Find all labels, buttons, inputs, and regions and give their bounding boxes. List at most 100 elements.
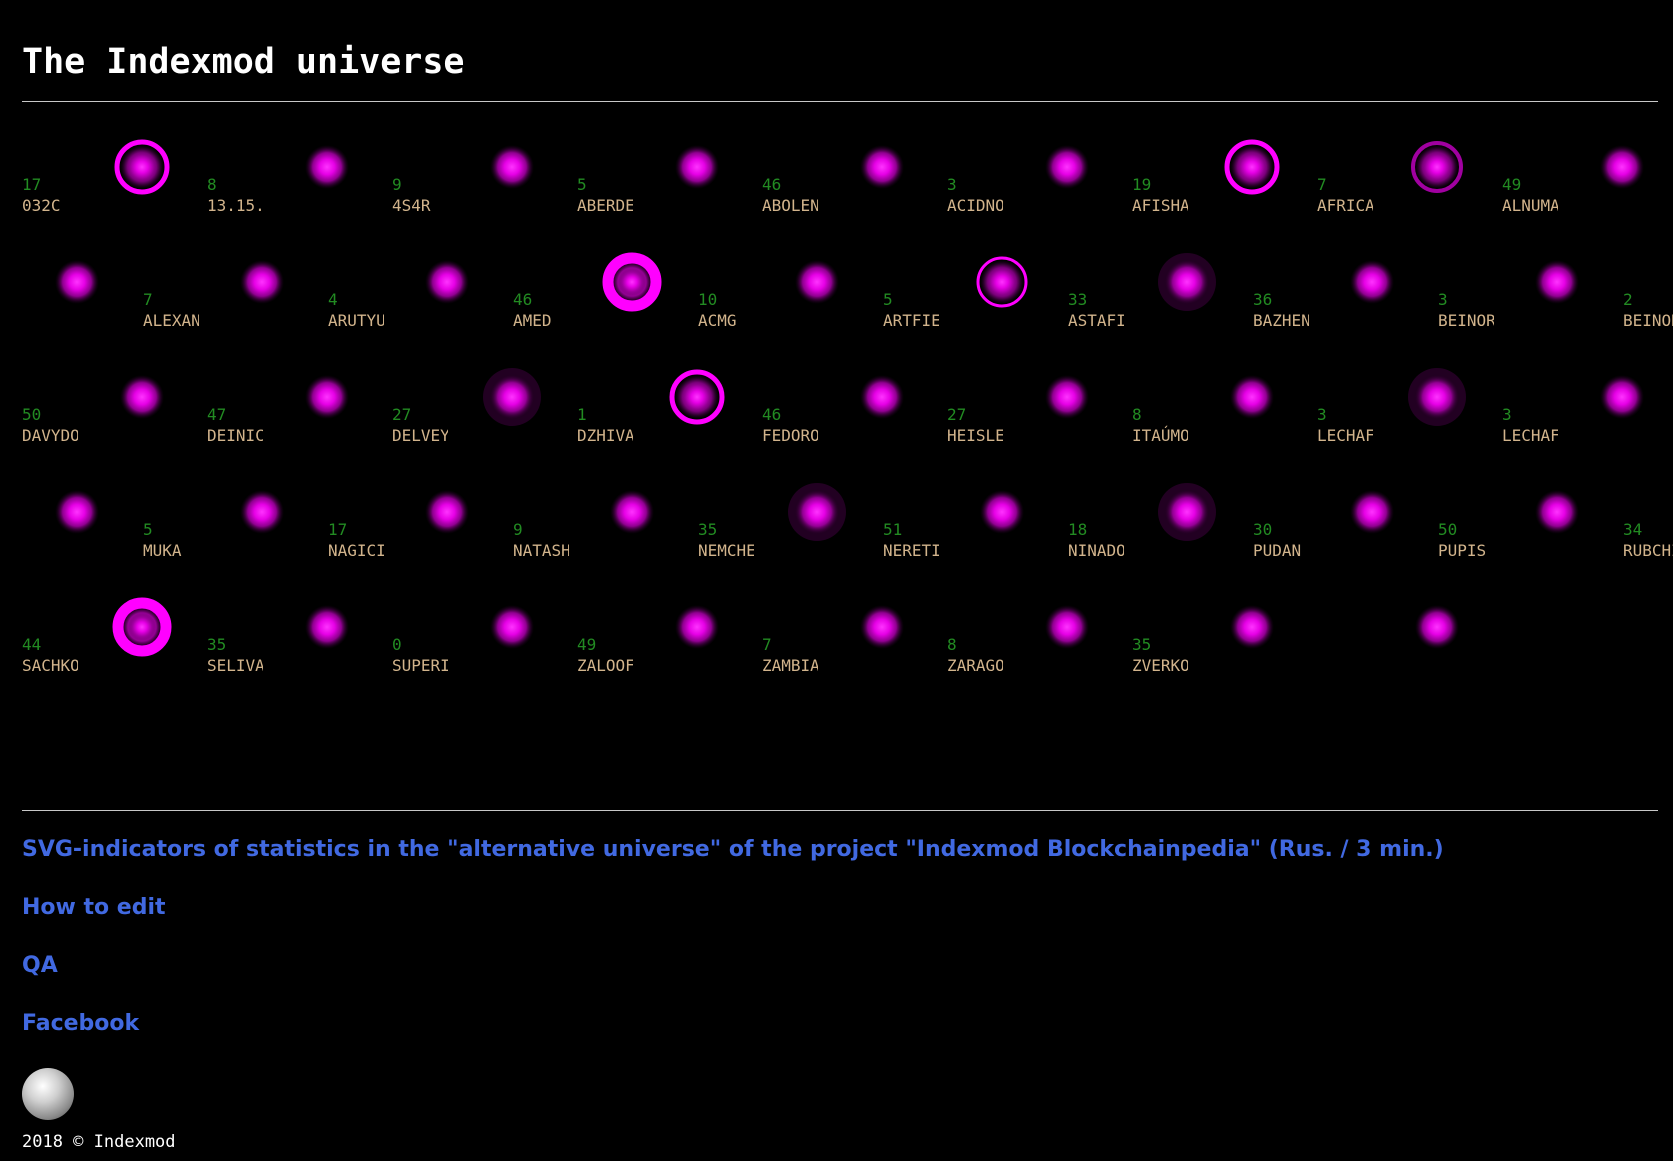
universe-entry[interactable]: 17 032C — [22, 175, 78, 215]
orb-indicator[interactable] — [972, 482, 1032, 542]
universe-entry[interactable]: 35 NEMCHE — [698, 520, 754, 560]
universe-entry[interactable]: 7 ZAMBIA — [762, 635, 818, 675]
universe-entry[interactable]: 50 DAVYDO — [22, 405, 78, 445]
entry-name: ZALOOF — [577, 656, 633, 675]
universe-entry[interactable]: 0 SUPERI — [392, 635, 448, 675]
orb-indicator[interactable] — [482, 367, 542, 427]
universe-entry[interactable]: 34 RUBCHI — [1623, 520, 1673, 560]
universe-entry[interactable]: 2 BEINOR — [1623, 290, 1673, 330]
orb-indicator[interactable] — [1037, 367, 1097, 427]
orb-indicator[interactable] — [852, 367, 912, 427]
entry-count: 5 — [577, 175, 587, 194]
orb-indicator[interactable] — [602, 482, 662, 542]
orb-indicator[interactable] — [1157, 482, 1217, 542]
universe-entry[interactable]: 27 DELVEY — [392, 405, 448, 445]
moon-icon[interactable] — [22, 1068, 74, 1120]
universe-entry[interactable]: 49 ZALOOF — [577, 635, 633, 675]
orb-indicator[interactable] — [47, 252, 107, 312]
entry-name: ABERDE — [577, 196, 633, 215]
universe-entry[interactable]: 46 AMED — [513, 290, 569, 330]
universe-entry[interactable]: 3 BEINOR — [1438, 290, 1494, 330]
orb-indicator[interactable] — [1407, 597, 1467, 657]
orb-indicator[interactable] — [602, 252, 662, 312]
orb-indicator[interactable] — [232, 252, 292, 312]
orb-indicator[interactable] — [482, 597, 542, 657]
universe-entry[interactable]: 19 AFISHA — [1132, 175, 1188, 215]
universe-entry[interactable]: 3 ACIDNO — [947, 175, 1003, 215]
orb-indicator[interactable] — [482, 137, 542, 197]
universe-entry[interactable]: 9 4S4R — [392, 175, 448, 215]
universe-entry[interactable]: 7 ALEXAN — [143, 290, 199, 330]
orb-indicator[interactable] — [417, 252, 477, 312]
orb-indicator[interactable] — [417, 482, 477, 542]
universe-entry[interactable]: 5 ARTFIE — [883, 290, 939, 330]
universe-entry[interactable]: 3 LECHAF — [1317, 405, 1373, 445]
universe-entry[interactable]: 8 ITAÚMO — [1132, 405, 1188, 445]
orb-indicator[interactable] — [1222, 137, 1282, 197]
entry-name: ZARAGO — [947, 656, 1003, 675]
universe-entry[interactable]: 1 DZHIVA — [577, 405, 633, 445]
orb-indicator[interactable] — [47, 482, 107, 542]
universe-entry[interactable]: 50 PUPIS — [1438, 520, 1494, 560]
universe-entry[interactable]: 5 MUKA — [143, 520, 199, 560]
orb-indicator[interactable] — [667, 597, 727, 657]
orb-indicator[interactable] — [1342, 252, 1402, 312]
orb-indicator[interactable] — [787, 482, 847, 542]
orb-indicator[interactable] — [1407, 137, 1467, 197]
orb-indicator[interactable] — [1342, 482, 1402, 542]
orb-indicator[interactable] — [232, 482, 292, 542]
orb-indicator[interactable] — [112, 367, 172, 427]
universe-entry[interactable]: 8 13.15. — [207, 175, 263, 215]
how-to-edit-link[interactable]: How to edit — [22, 893, 1444, 923]
orb-indicator[interactable] — [1157, 252, 1217, 312]
universe-entry[interactable]: 44 SACHKO — [22, 635, 78, 675]
svg-indicators-link[interactable]: SVG-indicators of statistics in the "alt… — [22, 835, 1444, 865]
universe-entry[interactable]: 18 NINADO — [1068, 520, 1124, 560]
universe-entry[interactable]: 3 LECHAF — [1502, 405, 1558, 445]
orb-indicator[interactable] — [1222, 597, 1282, 657]
orb-indicator[interactable] — [1527, 252, 1587, 312]
orb-indicator[interactable] — [297, 137, 357, 197]
universe-entry[interactable]: 36 BAZHEN — [1253, 290, 1309, 330]
orb-indicator[interactable] — [972, 252, 1032, 312]
universe-entry[interactable]: 35 SELIVA — [207, 635, 263, 675]
universe-entry[interactable]: 5 ABERDE — [577, 175, 633, 215]
qa-link[interactable]: QA — [22, 951, 1444, 981]
universe-entry[interactable]: 51 NERETI — [883, 520, 939, 560]
orb-indicator[interactable] — [667, 367, 727, 427]
universe-entry[interactable]: 7 AFRICA — [1317, 175, 1373, 215]
universe-entry[interactable]: 47 DEINIC — [207, 405, 263, 445]
entry-count: 36 — [1253, 290, 1273, 309]
entry-name: DEINIC — [207, 426, 263, 445]
universe-entry[interactable]: 4 ARUTYU — [328, 290, 384, 330]
orb-indicator[interactable] — [667, 137, 727, 197]
entry-name: LECHAF — [1502, 426, 1558, 445]
orb-indicator[interactable] — [1592, 367, 1652, 427]
facebook-link[interactable]: Facebook — [22, 1009, 1444, 1039]
universe-entry[interactable]: 8 ZARAGO — [947, 635, 1003, 675]
universe-entry[interactable]: 33 ASTAFI — [1068, 290, 1124, 330]
orb-indicator[interactable] — [1037, 597, 1097, 657]
orb-indicator[interactable] — [1527, 482, 1587, 542]
orb-indicator[interactable] — [1592, 137, 1652, 197]
orb-indicator[interactable] — [852, 137, 912, 197]
orb-indicator[interactable] — [1037, 137, 1097, 197]
orb-indicator[interactable] — [787, 252, 847, 312]
orb-indicator[interactable] — [297, 597, 357, 657]
universe-entry[interactable]: 46 FEDORO — [762, 405, 818, 445]
orb-indicator[interactable] — [1222, 367, 1282, 427]
universe-entry[interactable]: 27 HEISLE — [947, 405, 1003, 445]
entry-name: ZVERKO — [1132, 656, 1188, 675]
universe-entry[interactable]: 35 ZVERKO — [1132, 635, 1188, 675]
universe-entry[interactable]: 30 PUDAN — [1253, 520, 1309, 560]
universe-entry[interactable]: 9 NATASH — [513, 520, 569, 560]
orb-indicator[interactable] — [297, 367, 357, 427]
orb-indicator[interactable] — [112, 597, 172, 657]
universe-entry[interactable]: 17 NAGICI — [328, 520, 384, 560]
orb-indicator[interactable] — [112, 137, 172, 197]
universe-entry[interactable]: 49 ALNUMA — [1502, 175, 1558, 215]
orb-indicator[interactable] — [1407, 367, 1467, 427]
universe-entry[interactable]: 10 ACMG — [698, 290, 754, 330]
orb-indicator[interactable] — [852, 597, 912, 657]
universe-entry[interactable]: 46 ABOLEN — [762, 175, 818, 215]
